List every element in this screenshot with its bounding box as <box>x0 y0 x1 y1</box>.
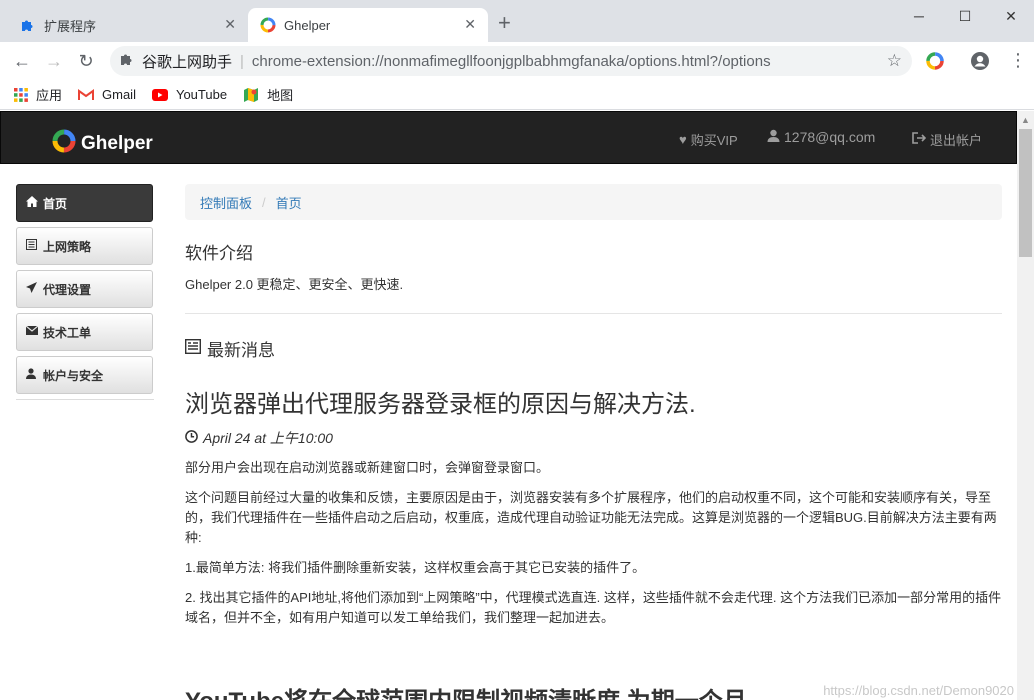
bookmark-gmail[interactable]: Gmail <box>78 87 136 102</box>
sidebar-item-home[interactable]: 首页 <box>16 184 153 222</box>
tab-title: 扩展程序 <box>44 18 97 34</box>
bookmark-label: YouTube <box>175 87 228 102</box>
sidebar-item-proxy-settings[interactable]: 代理设置 <box>16 270 153 308</box>
tab-title: Ghelper <box>284 17 331 33</box>
news-heading-label: 最新消息 <box>207 341 275 360</box>
article-paragraph: 2. 找出其它插件的API地址,将他们添加到“上网策略”中，代理模式选直连. 这… <box>185 590 1002 625</box>
apps-grid-icon <box>14 87 28 102</box>
new-tab-button[interactable]: + <box>498 12 511 34</box>
article-date-text: April 24 at 上午10:00 <box>203 430 333 446</box>
puzzle-icon <box>120 52 136 70</box>
page-viewport: Ghelper ♥ 购买VIP 1278@qq.com 退出帐户 首页 上网策略… <box>0 111 1034 700</box>
site-label: 谷歌上网助手 <box>142 53 233 71</box>
article-title[interactable]: 浏览器弹出代理服务器登录框的原因与解决方法. <box>185 390 1002 420</box>
article-date: April 24 at 上午10:00 <box>185 428 1002 448</box>
gmail-icon <box>78 88 95 101</box>
forward-arrow-icon[interactable]: → <box>43 50 65 72</box>
brand-name: Ghelper <box>81 133 153 154</box>
sidebar-item-label: 技术工单 <box>43 325 92 340</box>
brand-logo[interactable]: Ghelper <box>51 128 153 160</box>
article-paragraph: 这个问题目前经过大量的收集和反馈，主要原因是由于，浏览器安装有多个扩展程序，他们… <box>185 490 997 545</box>
browser-toolbar: ← → ↻ 谷歌上网助手 | chrome-extension://nonmaf… <box>0 42 1034 80</box>
sidebar-divider <box>16 399 154 400</box>
home-icon <box>26 196 40 210</box>
puzzle-icon <box>20 17 36 33</box>
ghelper-extension-icon[interactable] <box>925 51 945 71</box>
article-paragraph: 部分用户会出现在启动浏览器或新建窗口时，会弹窗登录窗口。 <box>185 460 550 475</box>
account-email: 1278@qq.com <box>784 129 876 145</box>
tab-extensions[interactable]: 扩展程序 ✕ <box>8 8 248 42</box>
sidebar-item-label: 首页 <box>43 196 68 211</box>
bookmark-apps[interactable]: 应用 <box>14 85 62 104</box>
buy-vip-link[interactable]: ♥ 购买VIP <box>679 130 738 149</box>
close-tab-icon[interactable]: ✕ <box>224 16 236 33</box>
intro-heading: 软件介绍 <box>185 244 253 263</box>
logout-icon <box>912 132 927 147</box>
sidebar-item-support-tickets[interactable]: 技术工单 <box>16 313 153 351</box>
omnibox-divider: | <box>240 52 244 70</box>
back-arrow-icon[interactable]: ← <box>11 50 33 72</box>
address-bar[interactable]: 谷歌上网助手 | chrome-extension://nonmafimegll… <box>110 46 912 76</box>
menu-kebab-icon[interactable]: ⋮ <box>1008 51 1028 71</box>
minimize-button[interactable]: ─ <box>896 4 942 28</box>
bookmark-label: 地图 <box>267 88 294 103</box>
ghelper-favicon-icon <box>260 17 276 33</box>
tab-strip: 扩展程序 ✕ Ghelper ✕ + ─ ☐ ✕ <box>0 0 1034 42</box>
envelope-icon <box>25 325 40 338</box>
heart-icon: ♥ <box>679 132 687 147</box>
close-window-button[interactable]: ✕ <box>988 4 1034 28</box>
bookmark-maps[interactable]: 地图 <box>243 85 293 104</box>
bookmark-label: 应用 <box>36 88 63 103</box>
news-heading: 最新消息 <box>184 336 1002 361</box>
buy-vip-label: 购买VIP <box>690 133 738 148</box>
list-icon <box>26 239 40 253</box>
watermark: https://blog.csdn.net/Demon9020 <box>823 683 1014 698</box>
logout-link[interactable]: 退出帐户 <box>912 130 982 149</box>
logout-label: 退出帐户 <box>930 133 983 148</box>
page-scrollbar[interactable]: ▲ <box>1017 111 1034 700</box>
user-icon <box>767 129 780 145</box>
close-tab-icon[interactable]: ✕ <box>464 16 476 33</box>
section-divider <box>185 313 1002 314</box>
bookmarks-bar: 应用 Gmail YouTube 地图 <box>0 80 1034 110</box>
tab-ghelper[interactable]: Ghelper ✕ <box>248 8 488 42</box>
maps-icon <box>243 87 259 103</box>
sidebar-item-browsing-policy[interactable]: 上网策略 <box>16 227 153 265</box>
clock-icon <box>185 430 198 446</box>
url-text[interactable]: chrome-extension://nonmafimegllfoonjgplb… <box>252 53 771 70</box>
user-icon <box>26 368 40 382</box>
sidebar-item-label: 代理设置 <box>43 282 92 297</box>
breadcrumb-home-link[interactable]: 首页 <box>276 193 302 212</box>
account-link[interactable]: 1278@qq.com <box>767 129 875 145</box>
sidebar-item-label: 帐户与安全 <box>43 368 104 383</box>
scroll-up-arrow-icon[interactable]: ▲ <box>1021 115 1030 125</box>
bookmark-label: Gmail <box>102 87 136 102</box>
bookmark-youtube[interactable]: YouTube <box>151 87 228 102</box>
reload-icon[interactable]: ↻ <box>75 50 97 72</box>
newspaper-icon <box>184 338 202 359</box>
scrollbar-thumb[interactable] <box>1019 129 1032 257</box>
breadcrumb: 控制面板 / 首页 <box>185 184 1002 220</box>
youtube-icon <box>151 88 168 101</box>
sidebar-item-label: 上网策略 <box>43 239 92 254</box>
maximize-button[interactable]: ☐ <box>942 4 988 28</box>
breadcrumb-dashboard-link[interactable]: 控制面板 <box>200 193 252 212</box>
send-icon <box>26 282 40 296</box>
sidebar: 首页 上网策略 代理设置 技术工单 帐户与安全 <box>16 184 154 400</box>
main-content: 控制面板 / 首页 软件介绍 Ghelper 2.0 更稳定、更安全、更快速. … <box>184 184 1002 700</box>
ghelper-logo-icon <box>51 128 77 160</box>
article-paragraph: 1.最简单方法: 将我们插件删除重新安装，这样权重会高于其它已安装的插件了。 <box>185 560 646 575</box>
sidebar-item-account-security[interactable]: 帐户与安全 <box>16 356 153 394</box>
intro-text: Ghelper 2.0 更稳定、更安全、更快速. <box>185 277 404 292</box>
bookmark-star-icon[interactable]: ☆ <box>887 51 902 71</box>
breadcrumb-separator: / <box>262 194 266 210</box>
profile-avatar-icon[interactable] <box>970 51 990 71</box>
top-navbar: Ghelper ♥ 购买VIP 1278@qq.com 退出帐户 <box>0 111 1017 164</box>
